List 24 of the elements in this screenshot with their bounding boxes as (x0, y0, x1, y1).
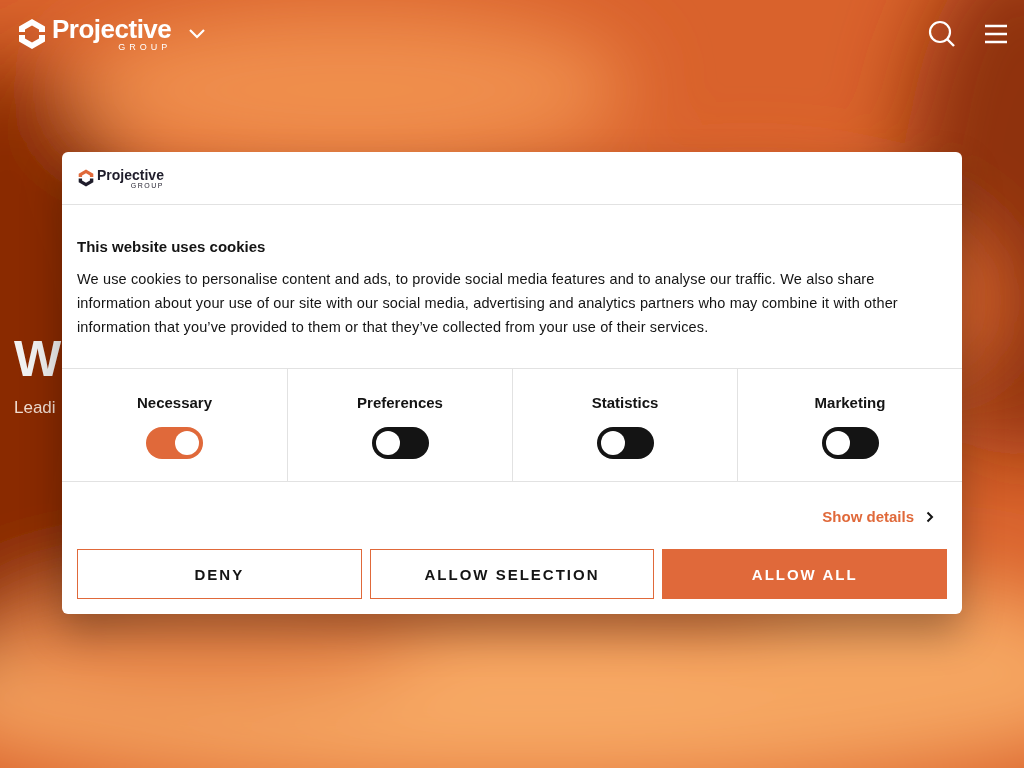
toggle-switch[interactable] (821, 427, 879, 459)
category-label: Statistics (591, 394, 659, 411)
category-label: Necessary (136, 394, 213, 411)
dialog-text: We use cookies to personalise content and ads, to provide social media features and to analyse our traffic. We also share information about your use of our site with our social media, advertising and analytics partners who may combine it with other information that you’ve provided to them or that they’ve collected from your use of their services. (77, 270, 899, 337)
category-label: Marketing (814, 394, 886, 411)
hero-subheading: Leadi (14, 398, 56, 418)
toggle-switch[interactable] (596, 427, 654, 459)
consent-button[interactable]: DENY (77, 549, 362, 599)
logo-text: Projective (97, 167, 164, 182)
category-label: Preferences (357, 394, 443, 411)
menu-icon[interactable] (984, 24, 1008, 44)
show-details-link[interactable]: Show details (822, 508, 934, 525)
hexagon-logo-icon (16, 18, 48, 50)
toggle-switch[interactable] (371, 427, 429, 459)
dialog-title: This website uses cookies (77, 238, 267, 255)
search-icon[interactable] (928, 20, 956, 48)
chevron-down-icon[interactable] (187, 27, 208, 41)
consent-button[interactable]: ALLOW SELECTION (369, 549, 655, 599)
site-logo[interactable]: Projective GROUP (16, 16, 172, 52)
hero-heading: W (14, 334, 62, 384)
allow-all-button[interactable]: ALLOW ALL (662, 549, 947, 599)
toggle-switch[interactable] (146, 427, 203, 459)
hexagon-logo-icon (77, 169, 95, 187)
chevron-right-icon (926, 510, 934, 523)
